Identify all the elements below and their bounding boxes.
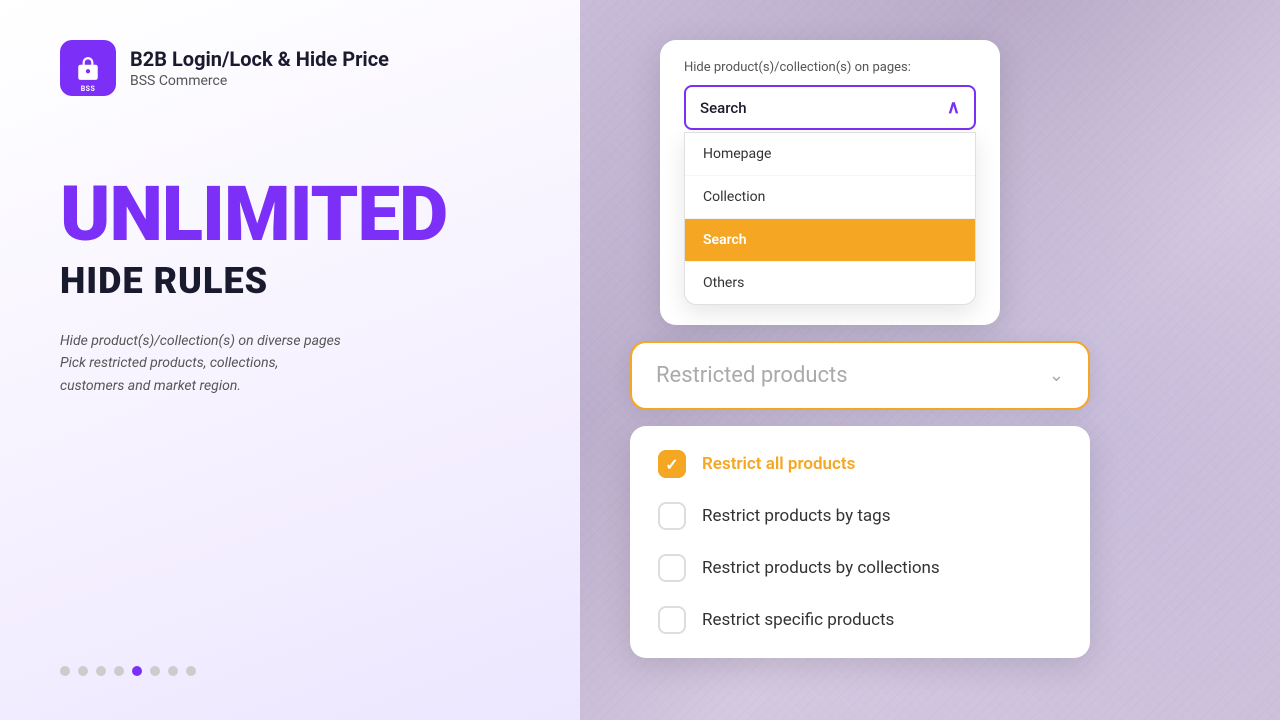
description: Hide product(s)/collection(s) on diverse… xyxy=(60,330,380,397)
dot-3[interactable] xyxy=(96,666,106,676)
dropdown-item-search[interactable]: Search xyxy=(685,219,975,262)
dropdown-item-others[interactable]: Others xyxy=(685,262,975,304)
logo-text: B2B Login/Lock & Hide Price BSS Commerce xyxy=(130,47,389,89)
right-panel: Hide product(s)/collection(s) on pages: … xyxy=(580,0,1280,720)
dropdown-label: Hide product(s)/collection(s) on pages: xyxy=(684,60,976,75)
restricted-products-header: Restricted products ⌄ xyxy=(632,343,1088,408)
chevron-down-icon: ⌄ xyxy=(1049,365,1064,386)
ui-cards: Hide product(s)/collection(s) on pages: … xyxy=(610,30,1260,700)
main-heading: UNLIMITED xyxy=(60,176,520,252)
checkbox-item-all[interactable]: ✓ Restrict all products xyxy=(658,450,1062,478)
logo-area: BSS B2B Login/Lock & Hide Price BSS Comm… xyxy=(60,40,520,96)
checkbox-by-tags[interactable] xyxy=(658,502,686,530)
dot-6[interactable] xyxy=(150,666,160,676)
checkbox-by-collections[interactable] xyxy=(658,554,686,582)
dot-1[interactable] xyxy=(60,666,70,676)
restricted-products-title: Restricted products xyxy=(656,363,848,388)
dropdown-trigger[interactable]: Search ∧ xyxy=(684,85,976,130)
restricted-products-card[interactable]: Restricted products ⌄ xyxy=(630,341,1090,410)
dropdown-selected-value: Search xyxy=(700,99,747,117)
dot-2[interactable] xyxy=(78,666,88,676)
app-subtitle: BSS Commerce xyxy=(130,73,389,89)
checkbox-by-collections-label: Restrict products by collections xyxy=(702,558,940,578)
pagination-dots xyxy=(60,666,196,676)
checkbox-all-products-label: Restrict all products xyxy=(702,454,855,474)
dropdown-item-homepage[interactable]: Homepage xyxy=(685,133,975,176)
dot-5-active[interactable] xyxy=(132,666,142,676)
checkbox-item-specific[interactable]: Restrict specific products xyxy=(658,606,1062,634)
hero-content: UNLIMITED HIDE RULES Hide product(s)/col… xyxy=(60,176,520,397)
chevron-up-icon: ∧ xyxy=(947,97,960,118)
checkbox-card: ✓ Restrict all products Restrict product… xyxy=(630,426,1090,658)
dropdown-item-collection[interactable]: Collection xyxy=(685,176,975,219)
dot-8[interactable] xyxy=(186,666,196,676)
checkbox-by-tags-label: Restrict products by tags xyxy=(702,506,891,526)
checkbox-all-products[interactable]: ✓ xyxy=(658,450,686,478)
dropdown-card: Hide product(s)/collection(s) on pages: … xyxy=(660,40,1000,325)
checkbox-item-collections[interactable]: Restrict products by collections xyxy=(658,554,1062,582)
checkbox-item-tags[interactable]: Restrict products by tags xyxy=(658,502,1062,530)
app-title: B2B Login/Lock & Hide Price xyxy=(130,47,389,71)
left-panel: BSS B2B Login/Lock & Hide Price BSS Comm… xyxy=(0,0,580,720)
bss-label: BSS xyxy=(81,85,96,93)
logo-icon: BSS xyxy=(60,40,116,96)
dropdown-menu: Homepage Collection Search Others xyxy=(684,132,976,305)
dot-7[interactable] xyxy=(168,666,178,676)
checkbox-specific-products[interactable] xyxy=(658,606,686,634)
checkmark-icon: ✓ xyxy=(665,455,678,474)
lock-icon xyxy=(75,55,101,81)
sub-heading: HIDE RULES xyxy=(60,260,520,302)
dot-4[interactable] xyxy=(114,666,124,676)
checkbox-specific-products-label: Restrict specific products xyxy=(702,610,894,630)
